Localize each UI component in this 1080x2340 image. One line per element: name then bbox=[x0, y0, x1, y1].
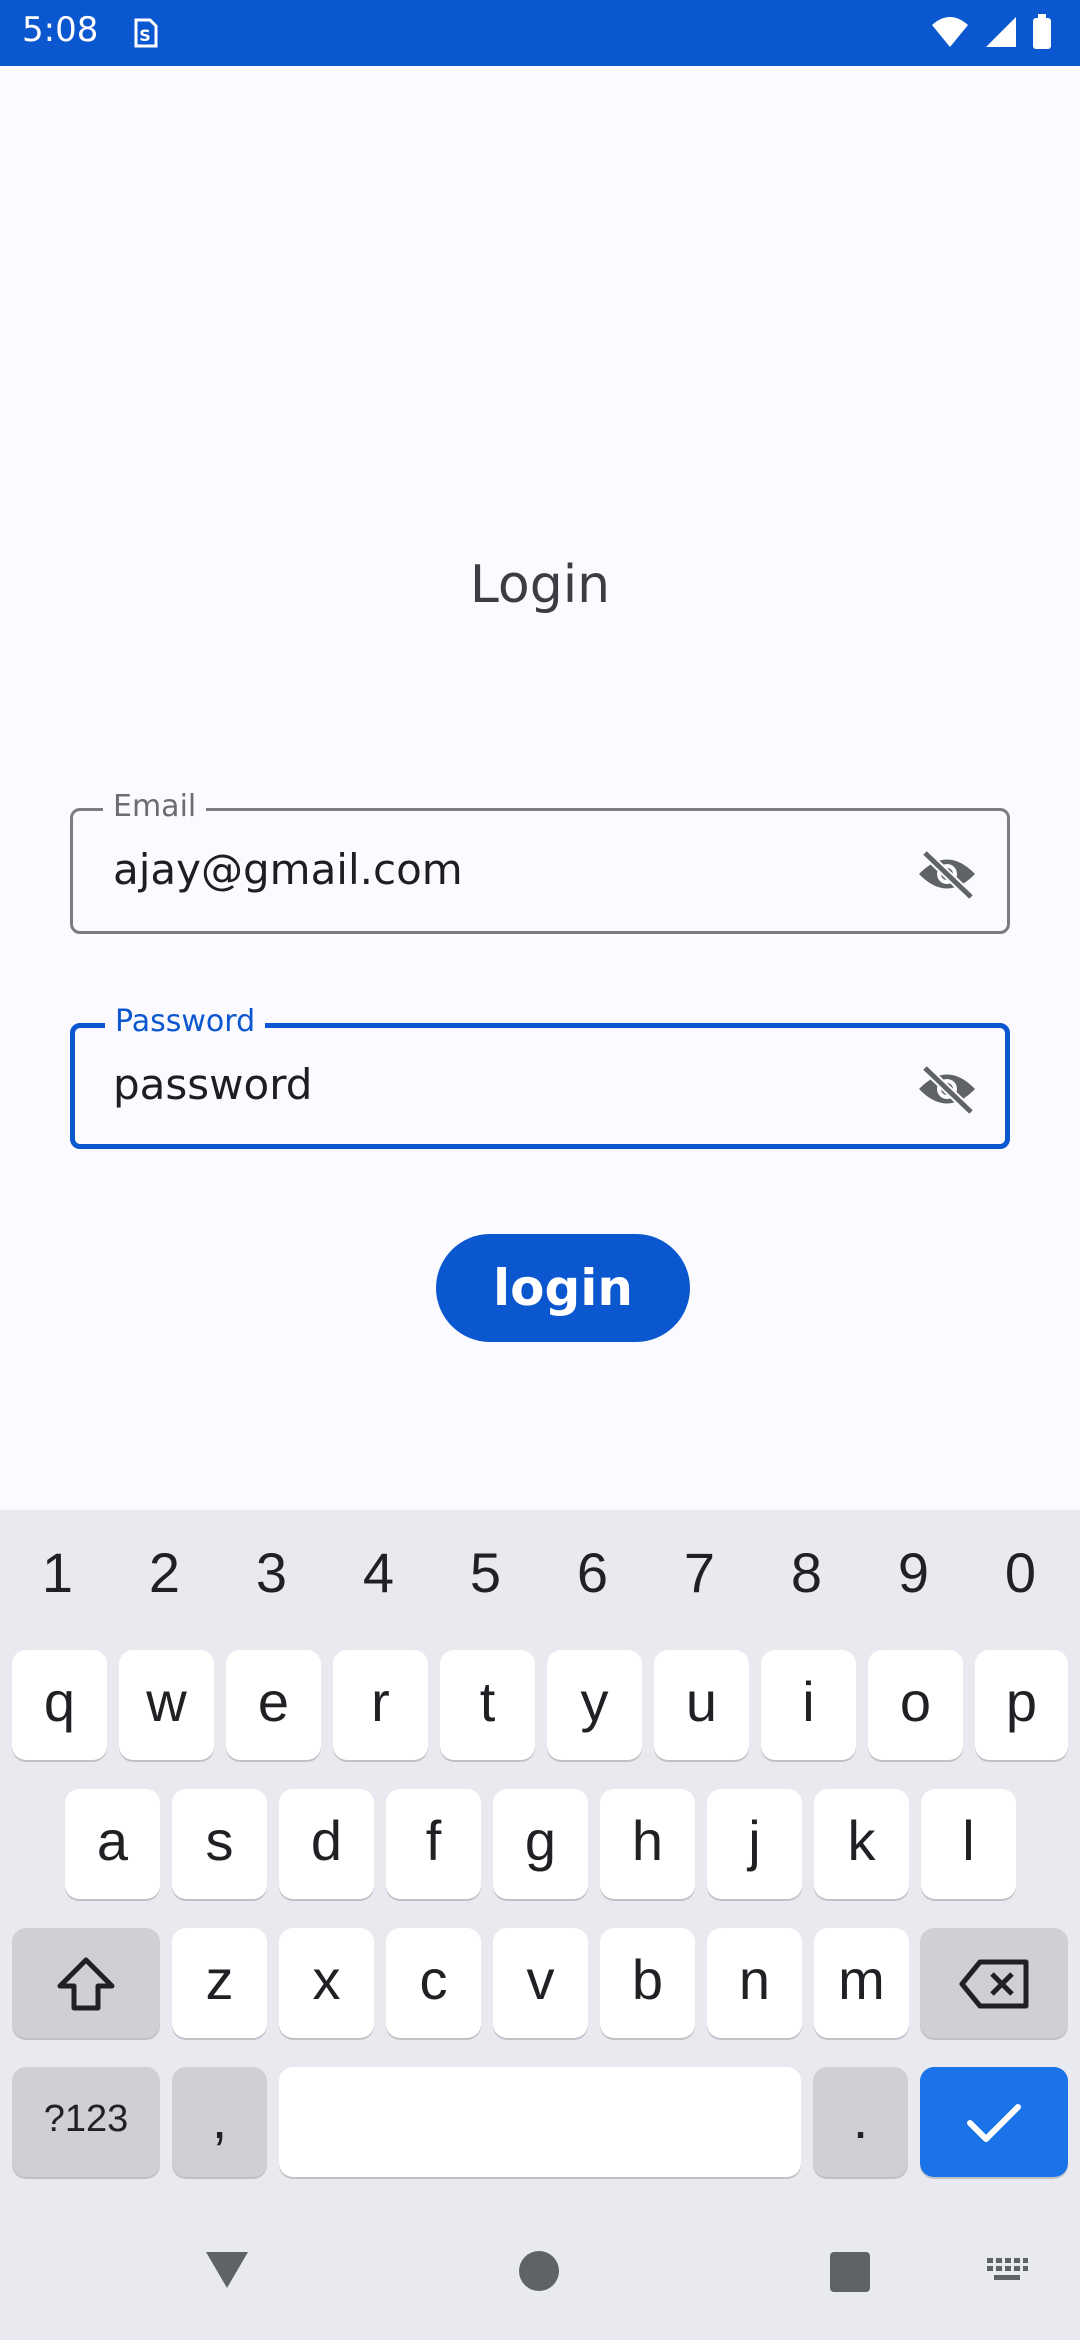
key-v[interactable]: v bbox=[493, 1928, 588, 2038]
key-z[interactable]: z bbox=[172, 1928, 267, 2038]
key-2[interactable]: 2 bbox=[111, 1540, 218, 1605]
page-title: Login bbox=[469, 555, 611, 615]
key-w[interactable]: w bbox=[119, 1650, 214, 1760]
key-a[interactable]: a bbox=[65, 1789, 160, 1899]
key-j[interactable]: j bbox=[707, 1789, 802, 1899]
backspace-icon bbox=[959, 1959, 1029, 2009]
shift-key[interactable] bbox=[12, 1928, 160, 2038]
key-t[interactable]: t bbox=[440, 1650, 535, 1760]
email-value: ajay@gmail.com bbox=[113, 845, 463, 894]
status-time: 5:08 bbox=[22, 10, 99, 50]
login-button[interactable]: login bbox=[436, 1234, 690, 1342]
keyboard-switch-icon[interactable] bbox=[985, 2256, 1029, 2290]
checkmark-icon bbox=[967, 2104, 1021, 2143]
recents-icon[interactable] bbox=[829, 2252, 871, 2296]
key-e[interactable]: e bbox=[226, 1650, 321, 1760]
key-o[interactable]: o bbox=[868, 1650, 963, 1760]
key-5[interactable]: 5 bbox=[432, 1540, 539, 1605]
back-icon[interactable] bbox=[204, 2250, 250, 2294]
visibility-off-icon[interactable] bbox=[915, 849, 979, 903]
wifi-icon bbox=[930, 15, 970, 53]
period-key[interactable]: . bbox=[813, 2067, 908, 2177]
key-u[interactable]: u bbox=[654, 1650, 749, 1760]
status-bar: 5:08 S bbox=[0, 0, 1080, 66]
key-i[interactable]: i bbox=[761, 1650, 856, 1760]
key-y[interactable]: y bbox=[547, 1650, 642, 1760]
key-f[interactable]: f bbox=[386, 1789, 481, 1899]
key-7[interactable]: 7 bbox=[646, 1540, 753, 1605]
key-0[interactable]: 0 bbox=[967, 1540, 1074, 1605]
symbols-key[interactable]: ?123 bbox=[12, 2067, 160, 2177]
key-s[interactable]: s bbox=[172, 1789, 267, 1899]
key-8[interactable]: 8 bbox=[753, 1540, 860, 1605]
svg-text:S: S bbox=[139, 26, 151, 45]
key-q[interactable]: q bbox=[12, 1650, 107, 1760]
email-field[interactable]: Email ajay@gmail.com bbox=[70, 789, 1010, 934]
key-m[interactable]: m bbox=[814, 1928, 909, 2038]
key-x[interactable]: x bbox=[279, 1928, 374, 2038]
key-c[interactable]: c bbox=[386, 1928, 481, 2038]
key-1[interactable]: 1 bbox=[4, 1540, 111, 1605]
key-b[interactable]: b bbox=[600, 1928, 695, 2038]
key-n[interactable]: n bbox=[707, 1928, 802, 2038]
key-9[interactable]: 9 bbox=[860, 1540, 967, 1605]
backspace-key[interactable] bbox=[920, 1928, 1068, 2038]
comma-key[interactable]: , bbox=[172, 2067, 267, 2177]
key-6[interactable]: 6 bbox=[539, 1540, 646, 1605]
key-p[interactable]: p bbox=[975, 1650, 1068, 1760]
number-row: 1 2 3 4 5 6 7 8 9 0 bbox=[0, 1510, 1080, 1636]
enter-key[interactable] bbox=[920, 2067, 1068, 2177]
signal-icon bbox=[984, 15, 1018, 53]
key-g[interactable]: g bbox=[493, 1789, 588, 1899]
password-label: Password bbox=[105, 1004, 266, 1040]
password-field[interactable]: Password password bbox=[70, 1004, 1010, 1149]
visibility-off-icon[interactable] bbox=[915, 1064, 979, 1118]
battery-icon bbox=[1032, 14, 1052, 54]
shift-icon bbox=[57, 1957, 115, 2011]
key-d[interactable]: d bbox=[279, 1789, 374, 1899]
key-k[interactable]: k bbox=[814, 1789, 909, 1899]
key-h[interactable]: h bbox=[600, 1789, 695, 1899]
sim-icon: S bbox=[130, 16, 160, 54]
key-3[interactable]: 3 bbox=[218, 1540, 325, 1605]
spacebar[interactable] bbox=[279, 2067, 801, 2177]
navigation-bar bbox=[0, 2200, 1080, 2340]
password-value: password bbox=[113, 1060, 313, 1109]
key-4[interactable]: 4 bbox=[325, 1540, 432, 1605]
email-label: Email bbox=[103, 789, 207, 825]
key-l[interactable]: l bbox=[921, 1789, 1016, 1899]
key-r[interactable]: r bbox=[333, 1650, 428, 1760]
home-icon[interactable] bbox=[518, 2250, 560, 2296]
